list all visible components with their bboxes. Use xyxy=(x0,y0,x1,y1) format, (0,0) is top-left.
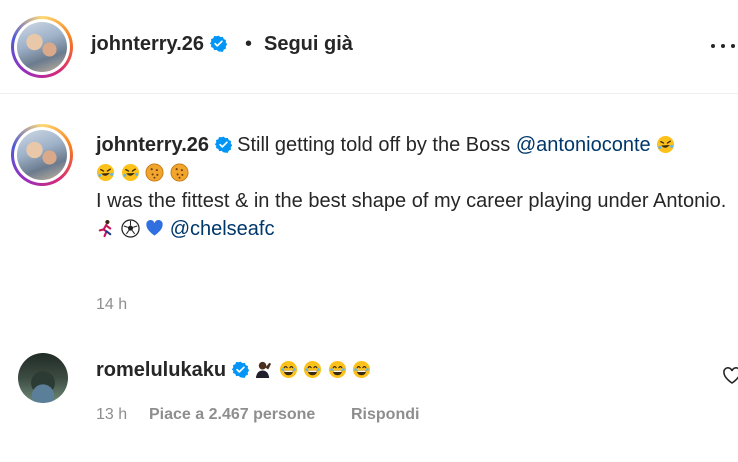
blue-heart-icon xyxy=(145,219,164,238)
post-timestamp: 14 h xyxy=(96,296,128,313)
author-avatar[interactable] xyxy=(11,16,73,78)
commenter-avatar[interactable] xyxy=(18,353,68,403)
post-header: johnterry.26 • Segui già xyxy=(0,0,738,94)
cookie-icon xyxy=(145,163,164,182)
grinning-sweat-icon xyxy=(328,360,347,379)
rolling-laughing-icon xyxy=(96,163,115,182)
soccer-ball-icon xyxy=(121,219,140,238)
grinning-sweat-icon xyxy=(279,360,298,379)
mention-chelseafc[interactable]: @chelseafc xyxy=(170,218,275,240)
separator-dot: • xyxy=(245,33,253,55)
comment-timestamp: 13 h xyxy=(96,406,128,423)
rolling-laughing-icon xyxy=(656,135,675,154)
author-username-label[interactable]: johnterry.26 xyxy=(91,33,204,55)
follow-status-button[interactable]: Segui già xyxy=(264,33,353,56)
rolling-laughing-icon xyxy=(121,163,140,182)
caption-username[interactable]: johnterry.26 xyxy=(96,134,209,156)
verified-badge-icon xyxy=(232,361,249,378)
grinning-sweat-icon xyxy=(352,360,371,379)
like-comment-heart-icon[interactable] xyxy=(722,366,738,386)
runner-icon xyxy=(96,219,115,238)
grinning-sweat-icon xyxy=(303,360,322,379)
author-username[interactable]: johnterry.26 xyxy=(91,33,227,56)
man-gesture-icon xyxy=(254,360,273,379)
caption-text-1: Still getting told off by the Boss xyxy=(237,134,511,156)
verified-badge-icon xyxy=(215,136,232,153)
commenter-username[interactable]: romelulukaku xyxy=(96,359,226,381)
verified-badge-icon xyxy=(210,35,227,52)
comment-likes-link[interactable]: Piace a 2.467 persone xyxy=(149,406,315,424)
mention-antonioconte[interactable]: @antonioconte xyxy=(516,134,651,156)
more-options-icon[interactable] xyxy=(710,36,736,56)
cookie-icon xyxy=(170,163,189,182)
post-caption: johnterry.26 Still getting told off by t… xyxy=(96,131,736,243)
comment: romelulukaku xyxy=(96,357,371,383)
caption-author-avatar[interactable] xyxy=(11,124,73,186)
caption-text-2: I was the fittest & in the best shape of… xyxy=(96,190,727,212)
reply-button[interactable]: Rispondi xyxy=(351,406,419,424)
